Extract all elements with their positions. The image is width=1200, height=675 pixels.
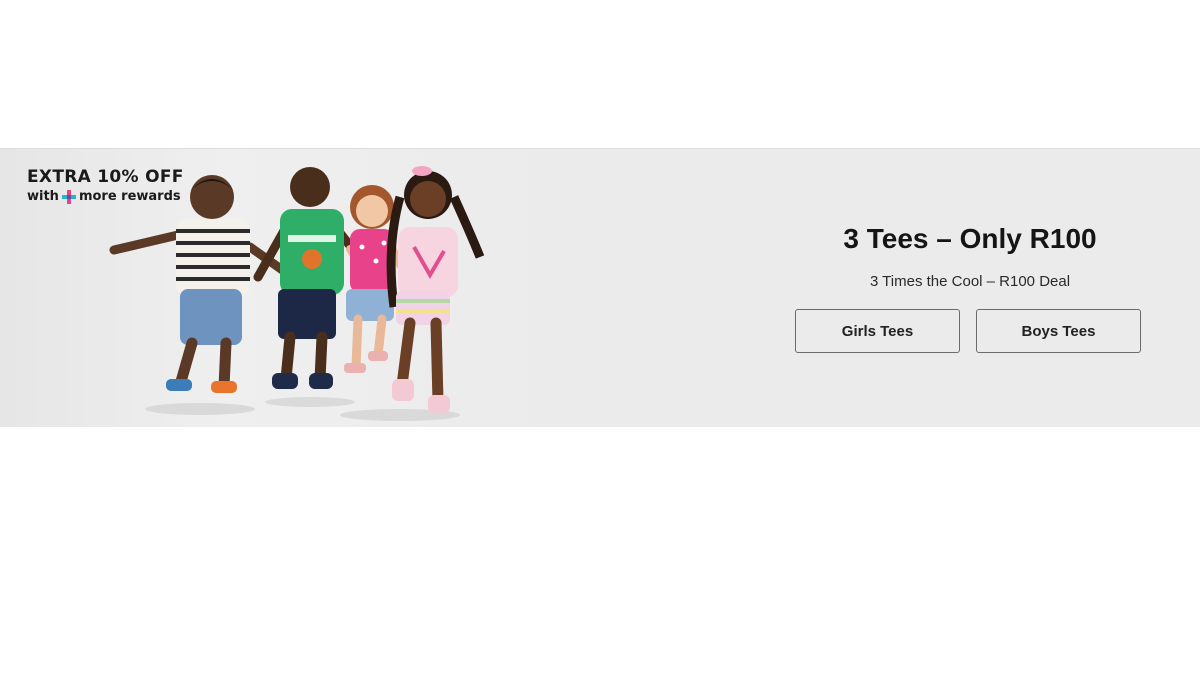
page: EXTRA 10% OFF with more rewards 3 Tees –… — [0, 0, 1200, 675]
kid-1 — [109, 175, 300, 393]
offer-headline: 3 Tees – Only R100 — [843, 223, 1097, 254]
promo-subtitle-prefix: with — [27, 189, 59, 204]
offer-copy: 3 Tees – Only R100 3 Times the Cool – R1… — [770, 149, 1170, 427]
promo-banner[interactable]: EXTRA 10% OFF with more rewards 3 Tees –… — [0, 148, 1200, 427]
kid-2 — [253, 167, 367, 389]
kid-4 — [386, 166, 485, 413]
boys-tees-button[interactable]: Boys Tees — [976, 309, 1141, 353]
hero-image-area[interactable]: EXTRA 10% OFF with more rewards — [0, 149, 560, 427]
offer-subline: 3 Times the Cool – R100 Deal — [869, 273, 1071, 290]
plus-logo-icon — [61, 189, 76, 204]
girls-tees-button[interactable]: Girls Tees — [795, 309, 960, 353]
kids-running-photo — [109, 166, 485, 421]
